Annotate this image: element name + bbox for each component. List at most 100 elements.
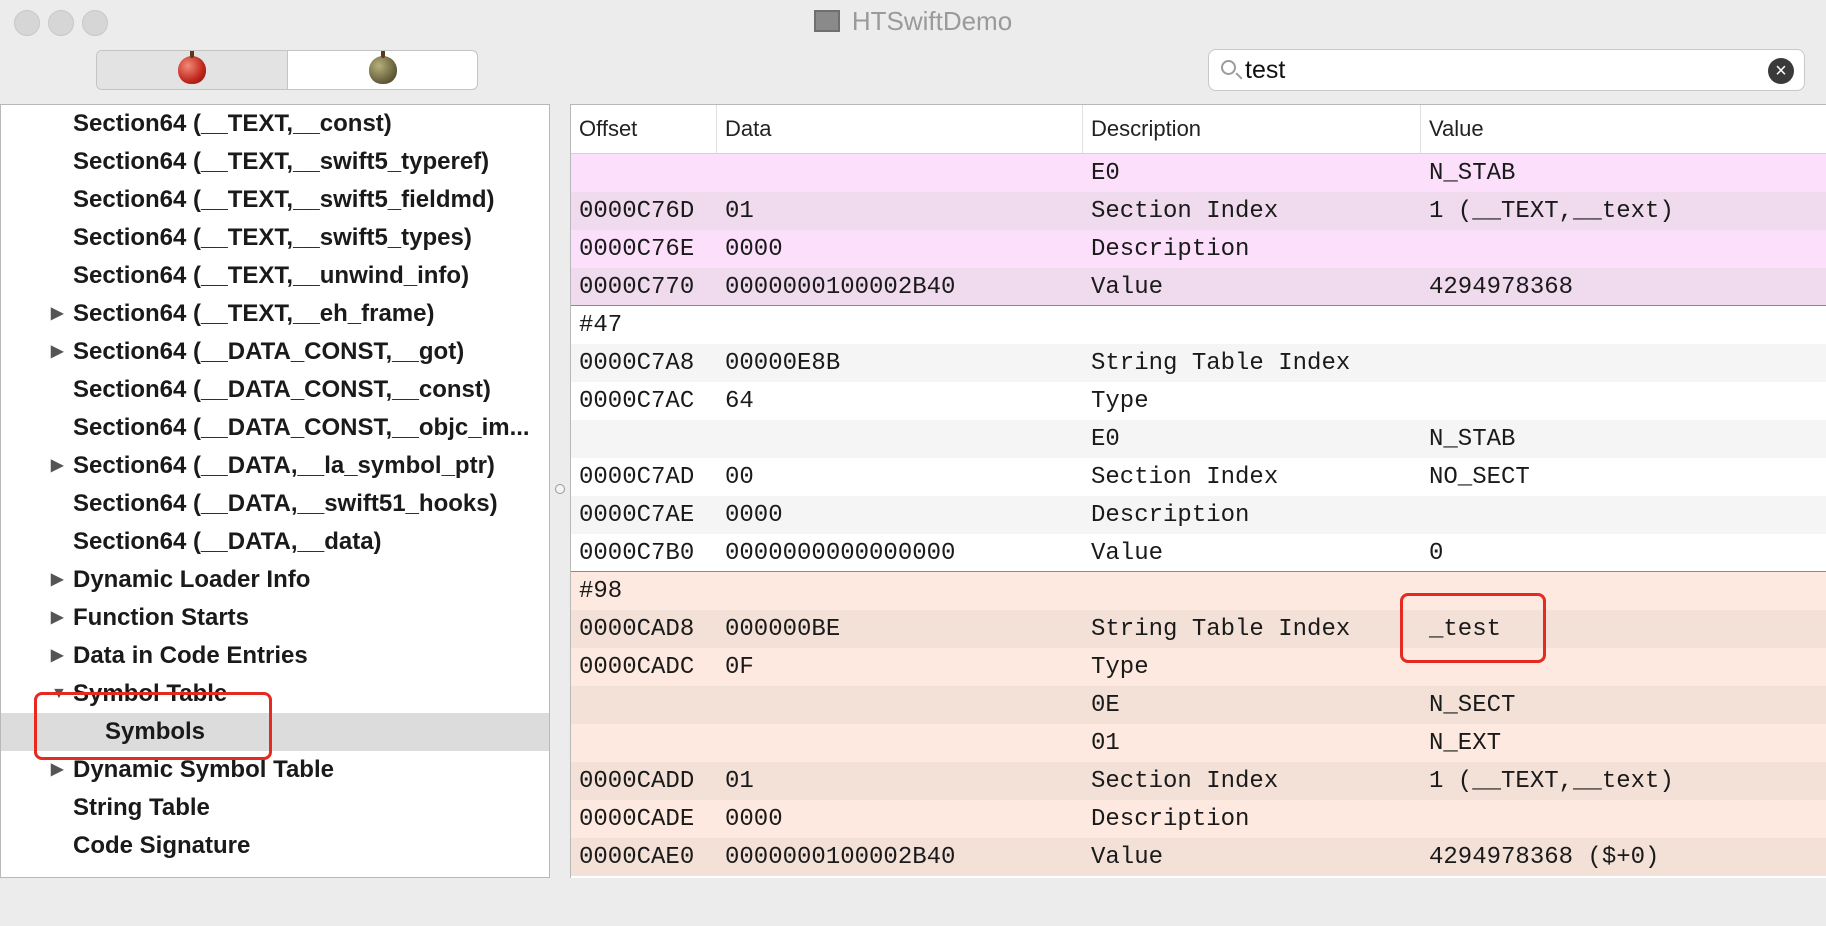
document-icon xyxy=(813,10,840,32)
outline-item[interactable]: Code Signature xyxy=(1,827,549,865)
cell-data: 0000000000000000 xyxy=(725,540,956,567)
outline-item[interactable]: String Table xyxy=(1,789,549,827)
outline-item[interactable]: ▶ Data in Code Entries xyxy=(1,637,549,675)
clear-search-button[interactable]: × xyxy=(1768,58,1794,84)
table-row[interactable]: 0000C7AE 0000 Description xyxy=(571,496,1826,534)
table-row[interactable]: 0000C76D 01 Section Index 1 (__TEXT,__text) xyxy=(571,192,1826,230)
search-input[interactable] xyxy=(1245,54,1745,86)
cell-data: 00 xyxy=(725,464,754,491)
cell-offset: 0000C76E xyxy=(579,236,695,263)
table-row[interactable]: 0000CADE 0000 Description xyxy=(571,800,1826,838)
table-row[interactable]: 0000C7A8 00000E8B String Table Index xyxy=(571,344,1826,382)
outline-item[interactable]: ▶ Dynamic Loader Info xyxy=(1,561,549,599)
table-row[interactable]: 0000C770 0000000100002B40 Value 4294978368 xyxy=(571,268,1826,306)
outline-item-label: Section64 (__TEXT,__eh_frame) xyxy=(73,300,435,327)
outline-item-label: Section64 (__DATA,__data) xyxy=(73,528,382,555)
cell-description: Value xyxy=(1091,844,1164,871)
cell-offset: 0000C76D xyxy=(579,198,695,225)
outline-item[interactable]: Section64 (__TEXT,__swift5_fieldmd) xyxy=(1,181,549,219)
outline-item[interactable]: ▶ Section64 (__DATA,__la_symbol_ptr) xyxy=(1,447,549,485)
outline-item-label: Data in Code Entries xyxy=(73,642,308,669)
table-row[interactable]: 0000CAE0 0000000100002B40 Value 4294978368 … xyxy=(571,838,1826,876)
cell-offset: 0000CAE0 xyxy=(579,844,695,871)
column-header-offset[interactable]: Offset xyxy=(571,105,717,153)
outline-item-label: Section64 (__DATA_CONST,__const) xyxy=(73,376,491,403)
outline-item[interactable]: Section64 (__DATA,__data) xyxy=(1,523,549,561)
outline-item-label: Section64 (__TEXT,__swift5_fieldmd) xyxy=(73,186,495,213)
cell-description: E0 xyxy=(1091,160,1120,187)
outline-item[interactable]: Section64 (__DATA_CONST,__const) xyxy=(1,371,549,409)
outline-item[interactable]: Section64 (__TEXT,__const) xyxy=(1,105,549,143)
table-row[interactable]: 0000CADD 01 Section Index 1 (__TEXT,__text) xyxy=(571,762,1826,800)
cell-description: 0E xyxy=(1091,692,1120,719)
outline-item-label: Dynamic Loader Info xyxy=(73,566,311,593)
disclosure-triangle-closed-icon[interactable]: ▶ xyxy=(51,637,65,675)
outline-item-label: Section64 (__TEXT,__swift5_types) xyxy=(73,224,472,251)
table-row[interactable]: 0000C7AC 64 Type xyxy=(571,382,1826,420)
table-row[interactable]: #98 xyxy=(571,572,1826,610)
table-row[interactable]: E0 N_STAB xyxy=(571,154,1826,192)
cell-offset: 0000C7AD xyxy=(579,464,695,491)
cell-data: 00000E8B xyxy=(725,350,841,377)
disclosure-triangle-closed-icon[interactable]: ▶ xyxy=(51,599,65,637)
cell-data: 0F xyxy=(725,654,754,681)
column-header-description[interactable]: Description xyxy=(1083,105,1421,153)
cell-description: String Table Index xyxy=(1091,350,1351,377)
cell-value: 1 (__TEXT,__text) xyxy=(1429,198,1674,225)
outline-item[interactable]: Section64 (__TEXT,__unwind_info) xyxy=(1,257,549,295)
outline-item-label: Section64 (__TEXT,__unwind_info) xyxy=(73,262,470,289)
outline-item-label: Code Signature xyxy=(73,832,251,859)
table-row[interactable]: 0E N_SECT xyxy=(571,686,1826,724)
cell-description: Description xyxy=(1091,502,1250,529)
table-row[interactable]: 0000C7AD 00 Section Index NO_SECT xyxy=(571,458,1826,496)
cell-offset: 0000C770 xyxy=(579,274,695,301)
cell-description: Section Index xyxy=(1091,198,1279,225)
outline-item-label: String Table xyxy=(73,794,210,821)
cell-description: Value xyxy=(1091,274,1164,301)
table-row[interactable]: 0000CADC 0F Type xyxy=(571,648,1826,686)
cell-description: E0 xyxy=(1091,426,1120,453)
disclosure-triangle-closed-icon[interactable]: ▶ xyxy=(51,561,65,599)
disclosure-triangle-closed-icon[interactable]: ▶ xyxy=(51,333,65,371)
cell-description: 01 xyxy=(1091,730,1120,757)
outline-item[interactable]: Section64 (__DATA,__swift51_hooks) xyxy=(1,485,549,523)
outline-item[interactable]: Section64 (__TEXT,__swift5_typeref) xyxy=(1,143,549,181)
table-row[interactable]: 01 N_EXT xyxy=(571,724,1826,762)
segment-right[interactable] xyxy=(288,51,477,89)
table-row[interactable]: 0000CAD8 000000BE String Table Index _test xyxy=(571,610,1826,648)
cell-description: Description xyxy=(1091,236,1250,263)
cell-data: 01 xyxy=(725,198,754,225)
outline-item[interactable]: ▶ Section64 (__TEXT,__eh_frame) xyxy=(1,295,549,333)
cell-data: 0000000100002B40 xyxy=(725,844,956,871)
search-field: × xyxy=(1208,49,1805,91)
column-header-data[interactable]: Data xyxy=(717,105,1083,153)
outline-item[interactable]: Section64 (__DATA_CONST,__objc_im... xyxy=(1,409,549,447)
table-row[interactable]: #47 xyxy=(571,306,1826,344)
outline-item[interactable]: ▶ Section64 (__DATA_CONST,__got) xyxy=(1,333,549,371)
cell-description: Type xyxy=(1091,388,1149,415)
table-row[interactable]: 0000C76E 0000 Description xyxy=(571,230,1826,268)
disclosure-triangle-closed-icon[interactable]: ▶ xyxy=(51,447,65,485)
outline-item-label: Section64 (__DATA_CONST,__objc_im... xyxy=(73,414,530,441)
cell-offset: 0000CADD xyxy=(579,768,695,795)
table-row[interactable]: E0 N_STAB xyxy=(571,420,1826,458)
highlight-box-test-value xyxy=(1400,593,1546,663)
disclosure-triangle-closed-icon[interactable]: ▶ xyxy=(51,295,65,333)
view-segmented-control xyxy=(96,50,478,90)
cell-offset: 0000C7AC xyxy=(579,388,695,415)
outline-item[interactable]: ▶ Function Starts xyxy=(1,599,549,637)
symbol-table: Offset Data Description Value E0 N_STAB 00… xyxy=(570,104,1826,878)
cell-offset: 0000CADE xyxy=(579,806,695,833)
window-title: HTSwiftDemo xyxy=(0,6,1826,37)
segment-left[interactable] xyxy=(97,51,288,89)
cell-description: Value xyxy=(1091,540,1164,567)
cell-value: 0 xyxy=(1429,540,1444,567)
outline-item[interactable]: Section64 (__TEXT,__swift5_types) xyxy=(1,219,549,257)
cell-data: 0000 xyxy=(725,806,783,833)
section-outline: Section64 (__TEXT,__const) Section64 (__T… xyxy=(0,104,550,878)
table-row[interactable]: 0000C7B0 0000000000000000 Value 0 xyxy=(571,534,1826,572)
split-view-divider-handle[interactable] xyxy=(555,484,565,494)
cell-value: N_STAB xyxy=(1429,160,1516,187)
cell-offset: 0000CAD8 xyxy=(579,616,695,643)
column-header-value[interactable]: Value xyxy=(1421,105,1826,153)
